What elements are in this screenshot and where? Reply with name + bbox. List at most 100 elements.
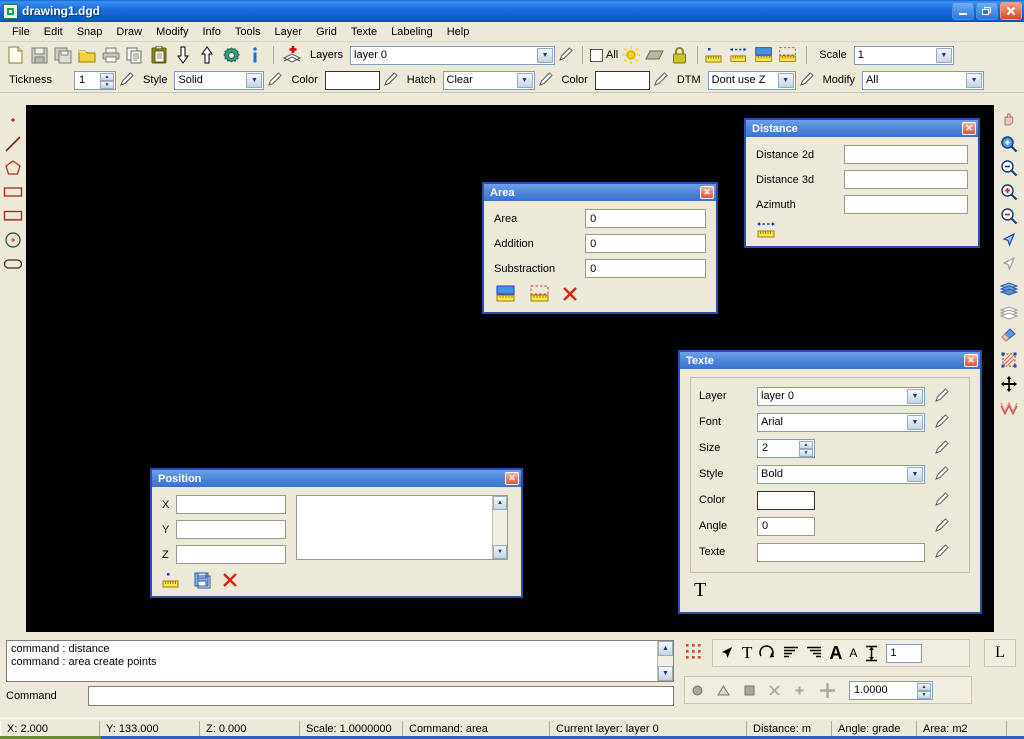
draw-point-tool[interactable] [1,109,25,131]
texte-size-stepper[interactable]: 2 ▲ ▼ [757,438,815,458]
font-size-large-icon[interactable]: A [829,643,842,664]
menu-item-modify[interactable]: Modify [149,24,195,40]
command-log-scrollbar[interactable]: ▲ ▼ [657,641,673,681]
menu-item-edit[interactable]: Edit [37,24,70,40]
scroll-down-icon[interactable]: ▼ [658,666,673,681]
addition-input[interactable]: 0 [585,234,706,253]
point-size-stepper[interactable]: 1.0000 ▲ ▼ [849,680,933,700]
sun-icon[interactable] [620,44,642,66]
scroll-up-icon[interactable]: ▲ [493,496,507,510]
distance-dialog-close-button[interactable]: ✕ [962,122,976,135]
texte-style-select[interactable]: Bold ▼ [757,464,925,484]
scroll-up-icon[interactable]: ▲ [658,641,673,656]
align-right-icon[interactable] [806,646,822,660]
position-list-scrollbar[interactable]: ▲ ▼ [492,496,507,559]
align-left-icon[interactable] [783,646,799,660]
chevron-down-icon[interactable]: ▼ [907,414,923,430]
close-button[interactable] [1000,2,1022,20]
edit-tickness-pencil-icon[interactable] [118,70,136,90]
edit-hatch-color-pencil-icon[interactable] [652,70,670,90]
menu-item-draw[interactable]: Draw [109,24,149,40]
menu-item-help[interactable]: Help [440,24,477,40]
edit-texte-style-pencil-icon[interactable] [933,464,951,484]
all-checkbox-box[interactable] [590,48,604,62]
select-arrow-white-icon[interactable] [997,253,1021,275]
edit-dtm-pencil-icon[interactable] [798,70,816,90]
all-checkbox[interactable]: All [590,48,618,62]
minimize-button[interactable] [952,2,974,20]
import-down-arrow-icon[interactable] [172,44,194,66]
position-dialog-close-button[interactable]: ✕ [505,472,519,485]
save-as-icon[interactable] [52,44,74,66]
settings-gear-icon[interactable] [220,44,242,66]
menu-item-texte[interactable]: Texte [344,24,384,40]
chevron-down-icon[interactable]: ▼ [966,72,983,88]
point-triangle-icon[interactable] [716,684,731,697]
draw-rectangle-tool[interactable] [1,181,25,203]
texte-font-select[interactable]: Arial ▼ [757,412,925,432]
plane-icon[interactable] [644,44,666,66]
pan-hand-icon[interactable] [997,109,1021,131]
leader-line-tool-icon[interactable]: L [995,644,1005,662]
text-tool-icon[interactable]: T [742,643,752,663]
open-folder-icon[interactable] [76,44,98,66]
copy-icon[interactable] [124,44,146,66]
point-grid-icon[interactable] [684,642,706,664]
menu-item-labeling[interactable]: Labeling [384,24,440,40]
modify-select[interactable]: All ▼ [862,70,985,90]
select-arrow-blue-icon[interactable] [997,229,1021,251]
save-icon[interactable] [28,44,50,66]
rotate-text-icon[interactable] [759,645,776,661]
measure-position-icon[interactable] [162,570,184,590]
edit-layer-pencil-icon[interactable] [557,45,575,65]
measure-area-subtract-icon[interactable] [777,44,799,66]
position-y-input[interactable] [176,520,286,539]
font-size-small-icon[interactable]: A [849,646,857,660]
new-file-icon[interactable] [4,44,26,66]
chevron-down-icon[interactable]: ▼ [777,72,794,88]
azimuth-input[interactable] [844,195,968,214]
vertices-icon[interactable] [997,397,1021,419]
measure-position-icon[interactable] [705,44,727,66]
edit-texte-angle-pencil-icon[interactable] [933,516,951,536]
chevron-down-icon[interactable]: ▼ [907,466,923,482]
layers-stack-blue-icon[interactable] [997,277,1021,299]
menu-item-grid[interactable]: Grid [309,24,344,40]
draw-rectangle-filled-tool[interactable] [1,205,25,227]
position-points-list[interactable]: ▲ ▼ [296,495,508,560]
layer-select[interactable]: layer 0 ▼ [350,45,556,65]
selection-hatch-icon[interactable] [997,349,1021,371]
zoom-out-icon[interactable] [997,157,1021,179]
texte-dialog-close-button[interactable]: ✕ [964,354,978,367]
style-select[interactable]: Solid ▼ [174,70,265,90]
menu-item-tools[interactable]: Tools [228,24,268,40]
draw-polygon-tool[interactable] [1,157,25,179]
command-input[interactable] [88,686,674,706]
chevron-down-icon[interactable]: ▼ [907,388,923,404]
menu-item-snap[interactable]: Snap [70,24,110,40]
area-dialog-close-button[interactable]: ✕ [700,186,714,199]
cancel-red-x-icon[interactable] [222,572,238,588]
tickness-spin-buttons[interactable]: ▲ ▼ [100,72,114,89]
save-points-icon[interactable] [194,571,212,589]
point-plus-large-icon[interactable] [818,681,837,700]
edit-color-pencil-icon[interactable] [382,70,400,90]
edit-texte-size-pencil-icon[interactable] [933,438,951,458]
restore-button[interactable] [976,2,998,20]
point-square-icon[interactable] [743,684,756,697]
scale-select[interactable]: 1 ▼ [853,45,954,65]
hatch-color-swatch[interactable] [594,70,650,90]
measure-area-subtract-icon[interactable] [528,284,552,304]
texte-layer-select[interactable]: layer 0 ▼ [757,386,925,406]
layers-stack-white-icon[interactable] [997,301,1021,323]
chevron-down-icon[interactable]: ▼ [246,72,263,88]
paste-icon[interactable] [148,44,170,66]
chevron-down-icon[interactable]: ▼ [935,47,952,63]
point-circle-icon[interactable] [691,684,704,697]
area-input[interactable]: 0 [585,209,706,228]
zoom-extent-in-icon[interactable] [997,181,1021,203]
zoom-extent-out-icon[interactable] [997,205,1021,227]
print-icon[interactable] [100,44,122,66]
edit-texte-font-pencil-icon[interactable] [933,412,951,432]
position-x-input[interactable] [176,495,286,514]
